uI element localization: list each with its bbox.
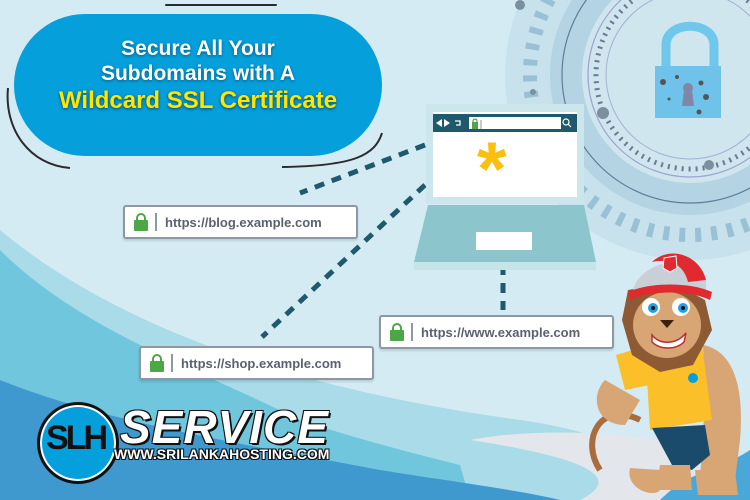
brand-website: WWW.SRILANKAHOSTING.COM [114,446,330,462]
lock-icon [134,213,148,231]
url-bar-www: https://www.example.com [379,315,614,349]
divider [171,354,173,372]
pill-arc-top [165,4,277,6]
forward-icon [444,119,450,127]
lock-icon [390,323,404,341]
url-bar-blog: https://blog.example.com [123,205,358,239]
divider [411,323,413,341]
url-text: https://shop.example.com [181,355,342,371]
url-text: https://www.example.com [421,324,581,340]
slh-logo-text: SLH [46,419,108,457]
url-bar-shop: https://shop.example.com [139,346,374,380]
refresh-icon [455,120,461,126]
lock-icon [150,354,164,372]
back-icon [436,119,442,127]
wildcard-asterisk-icon: * [477,127,507,212]
headline-line-1: Secure All Your [121,37,275,60]
headline-line-3: Wildcard SSL Certificate [58,87,338,114]
headline: Secure All Your Subdomains with A Wildca… [14,36,382,116]
headline-line-2: Subdomains with A [100,62,296,85]
divider [155,213,157,231]
url-text: https://blog.example.com [165,214,322,230]
laptop-trackpad [476,232,532,250]
brand-title: SERVICE [120,401,329,453]
